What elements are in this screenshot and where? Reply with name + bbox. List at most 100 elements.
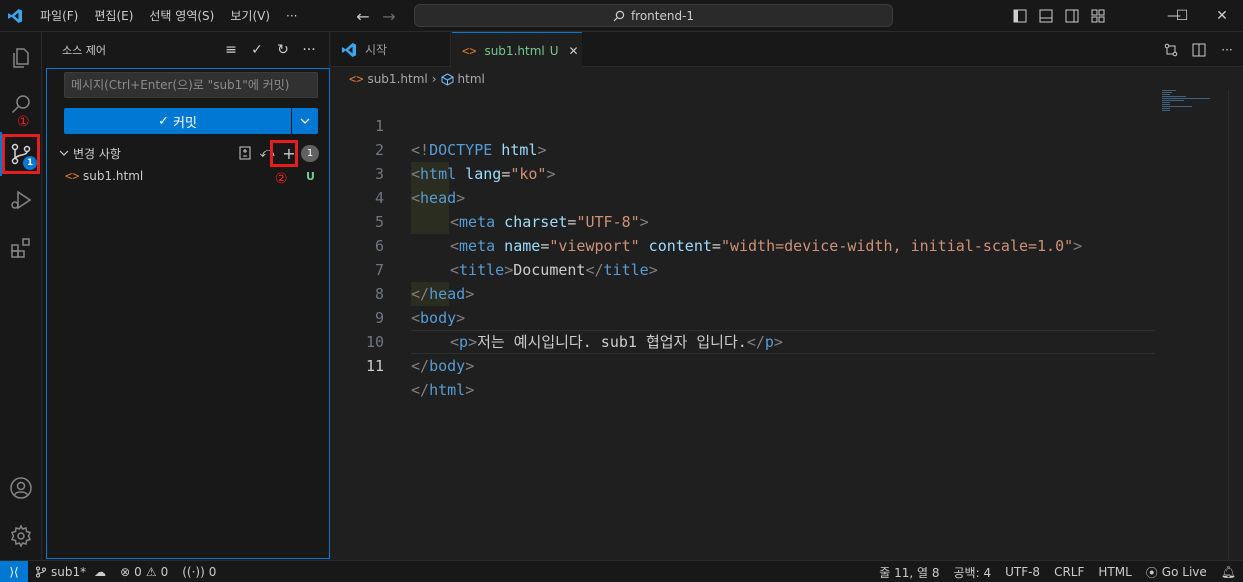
tab-status: U (549, 43, 559, 58)
toggle-secondary-sidebar-icon[interactable] (1064, 8, 1080, 24)
warning-icon: ⚠ (145, 564, 157, 579)
files-icon (13, 48, 29, 68)
menu-edit[interactable]: 편집(E) (86, 0, 141, 32)
editor-tabs: 시작 <> sub1.html U ✕ ··· (331, 32, 1243, 68)
commit-dropdown-button[interactable] (292, 108, 318, 134)
layout-controls (1012, 0, 1106, 32)
refresh-icon[interactable]: ↻ (275, 42, 291, 58)
open-changes-icon[interactable] (236, 144, 254, 162)
vscode-logo-icon (0, 0, 30, 32)
customize-layout-icon[interactable] (1090, 8, 1106, 24)
breadcrumb-symbol[interactable]: html (458, 72, 485, 86)
manage-button[interactable] (0, 514, 42, 558)
menu-selection[interactable]: 선택 영역(S) (141, 0, 222, 32)
remote-icon: ⟩⟨ (9, 564, 19, 579)
cursor-position[interactable]: 줄 11, 열 8 (872, 564, 946, 581)
sidebar-actions: ≡ ✓ ↻ ··· (223, 32, 317, 67)
extensions-icon (11, 238, 30, 258)
error-count: 0 (134, 564, 142, 579)
html-file-icon: <> (462, 43, 477, 58)
warning-count: 0 (160, 564, 169, 579)
activity-bar: 1 (0, 32, 42, 560)
view-as-list-icon[interactable]: ≡ (223, 42, 239, 58)
branch-icon (36, 566, 46, 577)
code-line: 10 </body> (331, 306, 1243, 375)
run-debug-icon (11, 190, 32, 210)
back-arrow-icon[interactable]: ← (355, 7, 371, 26)
tab-label: 시작 (365, 43, 388, 57)
status-bar: ⟩⟨ sub1* ☁ ⊗ 0 ⚠ 0 ((·)) 0 줄 11, 열 8 공백:… (0, 560, 1243, 582)
code-line: 9 <p>저는 예시입니다. sub1 협업자 입니다.</p> (331, 282, 1243, 351)
menu-view[interactable]: 보기(V) (222, 0, 278, 32)
compare-changes-icon[interactable] (1163, 42, 1179, 58)
tab-welcome[interactable]: 시작 (331, 32, 451, 67)
menu-file[interactable]: 파일(F) (32, 0, 86, 32)
commit-message-input[interactable]: 메시지(Ctrl+Enter(으)로 "sub1"에 커밋) (64, 72, 318, 98)
encoding[interactable]: UTF-8 (998, 565, 1047, 579)
branch-name: sub1* (51, 564, 87, 579)
breadcrumb-file[interactable]: sub1.html (367, 72, 427, 86)
chevron-down-icon (59, 150, 69, 156)
error-icon: ⊗ (120, 564, 131, 579)
search-label: frontend-1 (630, 8, 695, 23)
overview-ruler (1228, 90, 1229, 560)
sync-cloud-icon: ☁ (94, 564, 107, 579)
tab-label: sub1.html (484, 43, 545, 58)
file-name: sub1.html (83, 169, 144, 183)
changes-label: 변경 사항 (73, 146, 121, 161)
code-line: 6 <title>Document</title> (331, 210, 1243, 279)
minimap[interactable] (1162, 90, 1212, 120)
editor-actions: ··· (1163, 32, 1235, 67)
run-debug-button[interactable] (0, 178, 42, 222)
list-item[interactable]: <> sub1.html U (47, 165, 329, 187)
close-tab-icon[interactable]: ✕ (569, 44, 579, 58)
chevron-right-icon: › (431, 72, 437, 86)
sidebar-title: 소스 제어 (62, 43, 106, 57)
broadcast-icon: ⦿ (1145, 565, 1158, 580)
html-file-icon: <> (65, 169, 80, 183)
go-live-button[interactable]: ⦿ Go Live (1139, 564, 1214, 581)
breadcrumb: <> sub1.html › html (349, 68, 485, 90)
tab-sub1-html[interactable]: <> sub1.html U ✕ (452, 32, 582, 68)
code-line: 8 <body> (331, 258, 1243, 327)
more-actions-icon[interactable]: ··· (1219, 42, 1235, 58)
indentation[interactable]: 공백: 4 (947, 564, 999, 581)
problems-indicator[interactable]: ⊗ 0 ⚠ 0 (113, 565, 175, 579)
changes-count-badge: 1 (301, 145, 319, 162)
account-icon (10, 477, 32, 499)
commit-button[interactable]: ✓ 커밋 (64, 108, 291, 134)
end-of-line[interactable]: CRLF (1047, 565, 1091, 579)
command-center-search[interactable]: frontend-1 (414, 4, 893, 27)
code-editor[interactable]: 1 <!DOCTYPE html> 2 <html lang="ko"> 3 <… (331, 90, 1243, 560)
commit-label: 커밋 (172, 115, 197, 131)
line-number: 11 (365, 357, 384, 375)
split-editor-icon[interactable] (1191, 42, 1207, 58)
symbol-element-icon (441, 72, 454, 86)
menu-bar: 파일(F) 편집(E) 선택 영역(S) 보기(V) ··· (32, 0, 305, 32)
ports-indicator[interactable]: ((·)) 0 (175, 565, 223, 579)
html-file-icon: <> (349, 72, 364, 86)
more-actions-icon[interactable]: ··· (301, 42, 317, 58)
notifications-button[interactable]: 🔔︎ (1214, 565, 1243, 579)
code-line: 2 <html lang="ko"> (331, 114, 1243, 183)
close-button[interactable]: ✕ (1199, 0, 1243, 32)
remote-indicator[interactable]: ⟩⟨ (0, 560, 28, 582)
broadcast-icon: ((·)) (182, 564, 205, 579)
vscode-logo-icon (342, 42, 356, 57)
gear-icon (10, 524, 32, 548)
commit-check-icon[interactable]: ✓ (249, 42, 265, 58)
language-mode[interactable]: HTML (1091, 565, 1138, 579)
menu-more[interactable]: ··· (278, 0, 305, 32)
toggle-panel-icon[interactable] (1038, 8, 1054, 24)
extensions-button[interactable] (0, 226, 42, 270)
branch-indicator[interactable]: sub1* ☁ (28, 565, 113, 579)
accounts-button[interactable] (0, 466, 42, 510)
toggle-primary-sidebar-icon[interactable] (1012, 8, 1028, 24)
checkmark-icon: ✓ (158, 113, 169, 129)
status-bar-right: 줄 11, 열 8 공백: 4 UTF-8 CRLF HTML ⦿ Go Liv… (872, 561, 1243, 582)
forward-arrow-icon[interactable]: → (381, 7, 397, 26)
explorer-button[interactable] (0, 36, 42, 80)
go-live-label: Go Live (1161, 565, 1207, 579)
code-line: 1 <!DOCTYPE html> (331, 90, 1243, 159)
annotation-box-stage (270, 140, 298, 167)
